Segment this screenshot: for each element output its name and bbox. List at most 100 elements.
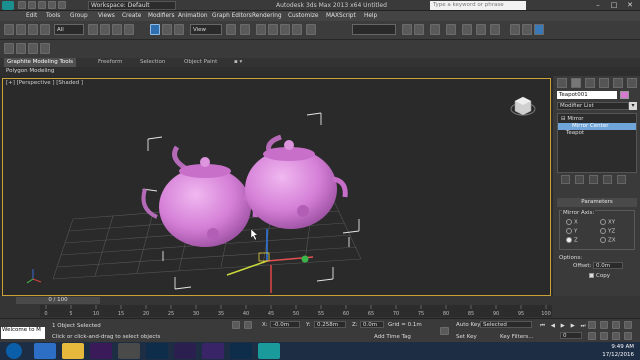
perspective-viewport[interactable]: [+] [Perspective ] [Shaded ] <box>2 78 551 296</box>
undo-icon[interactable] <box>48 1 56 9</box>
link-icon[interactable] <box>28 24 38 35</box>
graphite-toggle-icon[interactable] <box>446 24 456 35</box>
menu-help[interactable]: Help <box>364 11 377 21</box>
menu-tools[interactable]: Tools <box>46 11 60 21</box>
key-icon[interactable] <box>440 327 449 335</box>
axis-xy-radio[interactable]: XY <box>600 219 622 226</box>
absolute-mode-icon[interactable] <box>244 321 252 329</box>
viewport-navigation-icons[interactable] <box>588 321 636 341</box>
utilities-tab-icon[interactable] <box>627 78 637 88</box>
tab-selection[interactable]: Selection <box>140 58 165 67</box>
maxscript-listener[interactable]: Welcome to M <box>1 327 45 339</box>
new-file-icon[interactable] <box>18 1 26 9</box>
select-object-icon[interactable] <box>88 24 98 35</box>
container-icon[interactable] <box>4 43 14 54</box>
key-filters-button[interactable]: Key Filters... <box>500 334 533 340</box>
maximize-button[interactable]: □ <box>606 0 622 10</box>
axis-z-radio[interactable]: Z <box>566 237 588 244</box>
current-frame-field[interactable]: 0 <box>560 332 582 339</box>
modify-tab-icon[interactable] <box>571 78 581 88</box>
polygon-modeling-panel[interactable]: Polygon Modeling <box>6 67 54 76</box>
menu-animation[interactable]: Animation <box>178 11 208 21</box>
stack-item-mirror-center[interactable]: Mirror Center <box>558 123 636 130</box>
display-tab-icon[interactable] <box>613 78 623 88</box>
close-button[interactable]: ✕ <box>622 0 638 10</box>
offset-spinner[interactable]: 0.0m <box>593 262 623 269</box>
start-button[interactable] <box>6 343 22 359</box>
y-coord-field[interactable]: 0.258m <box>314 321 346 328</box>
selection-filter-dropdown[interactable]: All <box>54 24 84 35</box>
snap-toggle-icon[interactable] <box>256 24 266 35</box>
lock-selection-icon[interactable] <box>232 321 240 329</box>
photoshop-alt-icon[interactable] <box>230 343 252 359</box>
menu-graph-editors[interactable]: Graph Editors <box>212 11 252 21</box>
menu-group[interactable]: Group <box>70 11 88 21</box>
search-input[interactable]: Type a keyword or phrase <box>430 1 526 10</box>
layer-icon[interactable] <box>16 43 26 54</box>
rendered-frame-icon[interactable] <box>522 24 532 35</box>
premiere-icon[interactable] <box>90 343 112 359</box>
object-name-field[interactable]: Teapot001 <box>557 91 617 99</box>
move-tool-icon[interactable] <box>150 24 160 35</box>
file-explorer-icon[interactable] <box>62 343 84 359</box>
auto-key-button[interactable]: Auto Key <box>456 322 481 328</box>
stack-item-mirror[interactable]: ⊟ Mirror <box>558 116 636 123</box>
layer-manager-icon[interactable] <box>430 24 440 35</box>
window-crossing-icon[interactable] <box>124 24 134 35</box>
configure-modifier-sets-icon[interactable] <box>617 175 626 184</box>
motion-tab-icon[interactable] <box>599 78 609 88</box>
render-setup-icon[interactable] <box>510 24 520 35</box>
copy-checkbox[interactable]: Copy <box>589 273 610 279</box>
menu-edit[interactable]: Edit <box>26 11 37 21</box>
redo-button[interactable] <box>16 24 26 35</box>
track-bar[interactable]: 0 5 10 15 20 25 30 35 40 45 50 55 60 65 70 75 80 85 90 95 10… <box>40 305 552 317</box>
tab-graphite-modeling-tools[interactable]: Graphite Modeling Tools <box>4 58 77 67</box>
curve-editor-icon[interactable] <box>462 24 472 35</box>
render-production-icon[interactable] <box>534 24 544 35</box>
after-effects-icon[interactable] <box>174 343 196 359</box>
select-manipulate-icon[interactable] <box>240 24 250 35</box>
redo-icon[interactable] <box>58 1 66 9</box>
remove-modifier-icon[interactable] <box>603 175 612 184</box>
z-coord-field[interactable]: 0.0m <box>360 321 384 328</box>
spinner-snap-icon[interactable] <box>292 24 302 35</box>
material-editor-icon[interactable] <box>490 24 500 35</box>
axis-zx-radio[interactable]: ZX <box>600 237 622 244</box>
set-key-button[interactable]: Set Key <box>456 334 477 340</box>
axis-yz-radio[interactable]: YZ <box>600 228 622 235</box>
modifier-list-dropdown[interactable]: Modifier List <box>557 102 629 110</box>
save-file-icon[interactable] <box>38 1 46 9</box>
key-mode-dropdown[interactable]: Selected <box>480 321 532 328</box>
app-logo-icon[interactable] <box>2 1 14 10</box>
menu-maxscript[interactable]: MAXScript <box>326 11 356 21</box>
percent-snap-icon[interactable] <box>280 24 290 35</box>
menu-rendering[interactable]: Rendering <box>252 11 282 21</box>
axis-y-radio[interactable]: Y <box>566 228 588 235</box>
chevron-down-icon[interactable]: ▾ <box>629 102 637 110</box>
system-clock[interactable]: 9:49 AM 17/12/2016 <box>602 343 634 359</box>
reference-coord-dropdown[interactable]: View <box>190 24 222 35</box>
make-unique-icon[interactable] <box>589 175 598 184</box>
playback-controls[interactable]: ⏮ ◀ ▶ ▶ ⏭ <box>540 323 588 330</box>
parameters-rollout[interactable]: Parameters <box>557 198 637 207</box>
scale-tool-icon[interactable] <box>174 24 184 35</box>
3ds-max-taskbar-icon[interactable] <box>258 343 280 359</box>
tab-object-paint[interactable]: Object Paint <box>184 58 217 67</box>
undo-button[interactable] <box>4 24 14 35</box>
brush-icon[interactable] <box>28 43 38 54</box>
scene-explorer-icon[interactable] <box>40 43 50 54</box>
angle-snap-icon[interactable] <box>268 24 278 35</box>
teapot-right[interactable] <box>245 134 348 229</box>
time-slider[interactable]: 0 / 100 <box>16 297 100 304</box>
tab-freeform[interactable]: Freeform <box>98 58 123 67</box>
select-by-name-icon[interactable] <box>100 24 110 35</box>
show-end-result-icon[interactable] <box>575 175 584 184</box>
pivot-center-icon[interactable] <box>226 24 236 35</box>
unlink-icon[interactable] <box>40 24 50 35</box>
schematic-view-icon[interactable] <box>476 24 486 35</box>
photoshop-icon[interactable] <box>146 343 168 359</box>
hierarchy-tab-icon[interactable] <box>585 78 595 88</box>
teapot-left[interactable] <box>141 145 258 247</box>
menu-create[interactable]: Create <box>122 11 141 21</box>
ribbon-options-icon[interactable]: ▪ ▾ <box>234 58 242 67</box>
